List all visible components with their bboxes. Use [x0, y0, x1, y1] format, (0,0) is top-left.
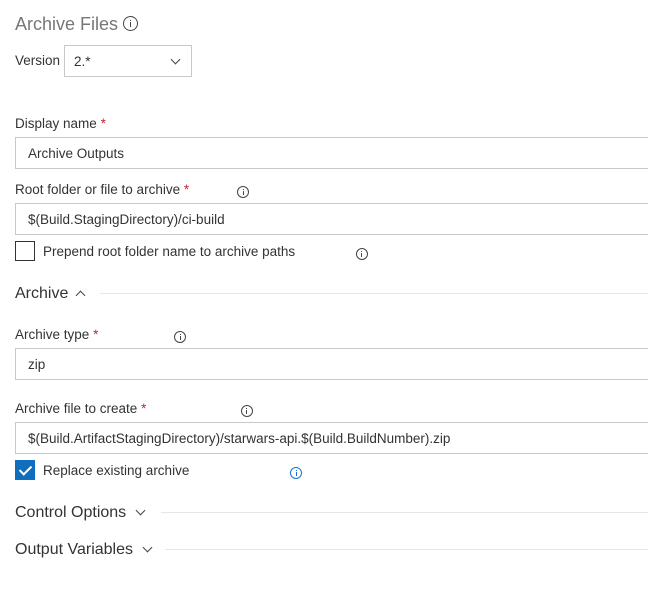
archive-section-label: Archive [15, 285, 69, 302]
section-divider [165, 549, 648, 550]
chevron-down-icon [142, 542, 153, 553]
required-marker: * [141, 401, 147, 416]
replace-existing-checkbox[interactable] [15, 460, 35, 480]
prepend-root-info-icon[interactable] [355, 248, 368, 260]
required-marker: * [183, 182, 190, 197]
archive-file-input[interactable] [15, 422, 648, 454]
root-folder-label: Root folder or file to archive * [15, 182, 190, 197]
prepend-root-label: Prepend root folder name to archive path… [43, 244, 296, 259]
display-name-label: Display name * [15, 116, 106, 131]
control-options-toggle[interactable]: Control Options [15, 502, 126, 524]
title-info-icon[interactable] [123, 16, 138, 31]
replace-existing-label: Replace existing archive [43, 463, 190, 478]
archive-file-info-icon[interactable] [240, 405, 253, 417]
archive-section-toggle[interactable]: Archive [15, 283, 68, 305]
required-marker: * [100, 116, 106, 131]
version-label: Version [15, 53, 61, 68]
version-selected-value: 2.* [74, 54, 91, 69]
display-name-input[interactable] [15, 137, 648, 169]
output-variables-toggle[interactable]: Output Variables [15, 539, 133, 561]
root-folder-input[interactable] [15, 203, 648, 235]
control-options-label: Control Options [15, 504, 127, 521]
version-select[interactable]: 2.* [64, 45, 192, 77]
chevron-up-icon [75, 290, 86, 301]
section-divider [100, 293, 648, 294]
required-marker: * [93, 327, 99, 342]
replace-existing-info-icon[interactable] [290, 467, 303, 479]
root-folder-info-icon[interactable] [237, 186, 250, 198]
task-title-text: Archive Files [15, 14, 119, 34]
chevron-down-icon [170, 54, 181, 65]
chevron-down-icon [135, 505, 146, 516]
prepend-root-checkbox[interactable] [15, 241, 35, 261]
section-divider [161, 512, 648, 513]
output-variables-label: Output Variables [15, 541, 133, 558]
task-title: Archive Files [15, 12, 118, 36]
archive-file-label: Archive file to create * [15, 401, 147, 416]
archive-type-input[interactable] [15, 348, 648, 380]
archive-type-label: Archive type * [15, 327, 99, 342]
archive-type-info-icon[interactable] [174, 331, 187, 343]
